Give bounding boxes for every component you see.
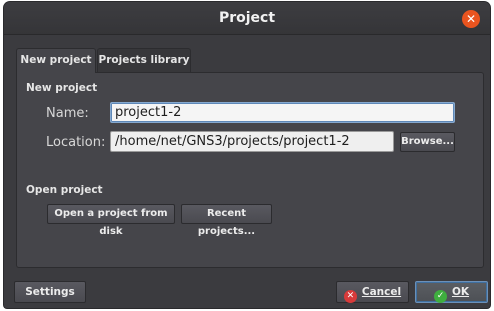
close-button[interactable]: ✕ <box>462 10 480 28</box>
settings-label: Settings <box>25 286 75 298</box>
tab-new-project[interactable]: New project <box>16 48 96 73</box>
close-icon: ✕ <box>465 12 477 26</box>
name-field[interactable]: project1-2 <box>110 102 455 123</box>
title-bar: Project ✕ <box>4 2 490 35</box>
location-field[interactable]: /home/net/GNS3/projects/project1-2 <box>110 131 394 152</box>
tab-new-project-label: New project <box>20 54 92 66</box>
location-label: Location: <box>46 135 106 150</box>
cancel-icon: ✕ <box>343 290 357 303</box>
recent-projects-label: Recent projects... <box>197 208 256 237</box>
recent-projects-button[interactable]: Recent projects... <box>181 204 272 237</box>
check-icon: ✓ <box>433 290 447 303</box>
tab-projects-library-label: Projects library <box>98 54 190 66</box>
name-label: Name: <box>46 106 89 121</box>
new-project-heading: New project <box>26 82 98 94</box>
open-project-heading: Open project <box>26 184 103 196</box>
cancel-button[interactable]: ✕ Cancel <box>336 281 409 303</box>
tab-projects-library[interactable]: Projects library <box>97 48 191 72</box>
browse-button[interactable]: Browse... <box>400 132 455 152</box>
cancel-label: Cancel <box>361 286 402 298</box>
ok-button[interactable]: ✓ OK <box>415 281 488 303</box>
dialog-title: Project <box>218 10 276 26</box>
open-from-disk-button[interactable]: Open a project from disk <box>47 204 175 237</box>
ok-label: OK <box>451 286 470 298</box>
project-dialog: Project ✕ New project Projects library N… <box>4 2 490 308</box>
settings-button[interactable]: Settings <box>14 281 86 303</box>
